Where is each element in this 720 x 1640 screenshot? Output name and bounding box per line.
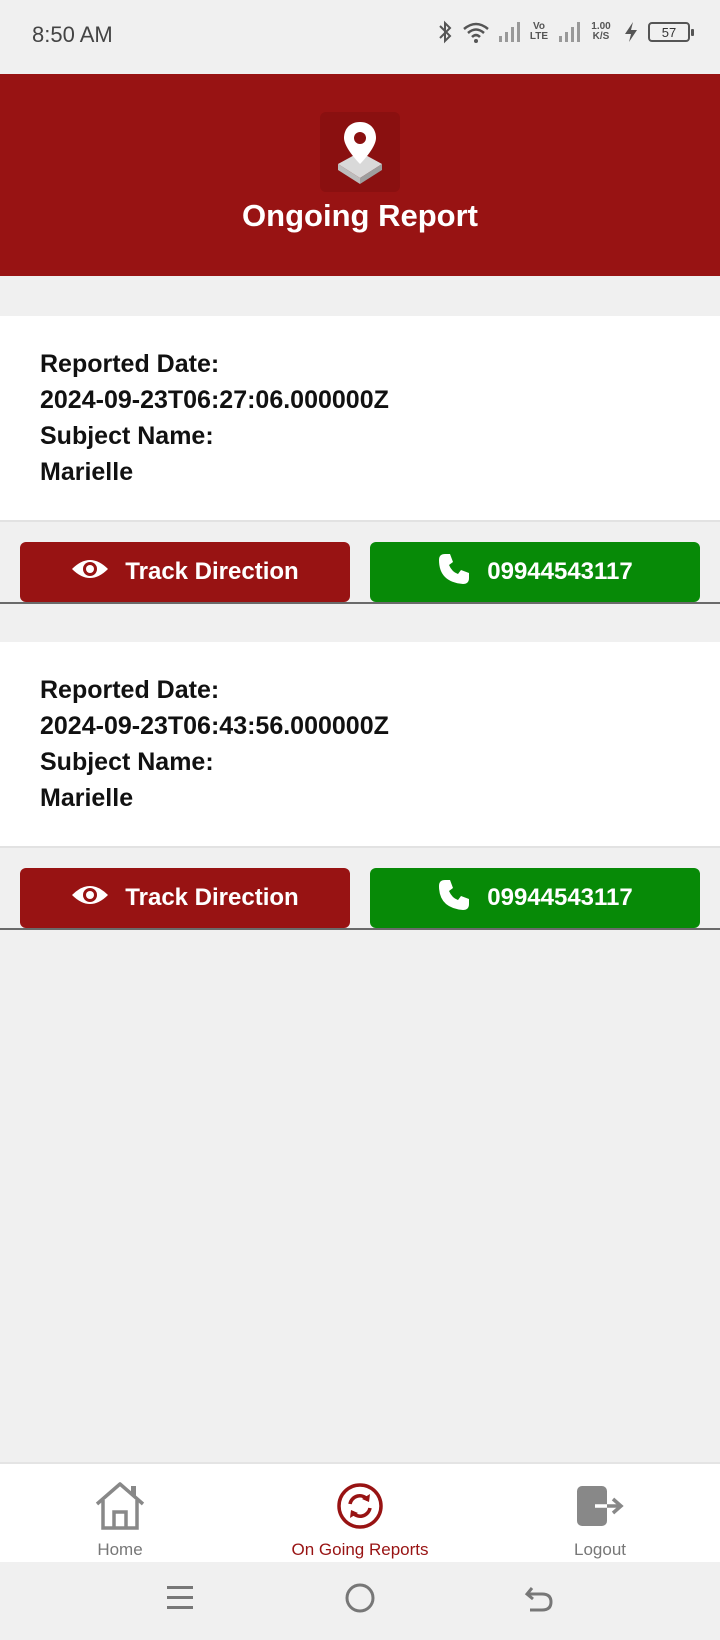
phone-icon [437,552,471,593]
nav-logout-label: Logout [574,1540,626,1559]
nav-logout[interactable]: Logout [480,1464,720,1564]
track-direction-button[interactable]: Track Direction [20,868,350,928]
subject-name-value: Marielle [40,784,134,812]
system-navigation-bar [0,1562,720,1640]
subject-name-value: Marielle [40,458,134,486]
status-time: 8:50 AM [32,22,113,47]
subject-name-label: Subject Name: [40,422,214,450]
bluetooth-icon [436,20,454,44]
reported-date-value: 2024-09-23T06:43:56.000000Z [40,712,389,740]
eye-icon [71,557,109,588]
page-title: Ongoing Report [242,198,478,233]
track-direction-label: Track Direction [125,558,299,585]
status-bar: 8:50 AM Vo LTE 1.00 K/S 57 [0,0,720,74]
nav-ongoing-reports[interactable]: On Going Reports [240,1464,480,1564]
home-circle-icon[interactable] [344,1580,376,1621]
status-icons: Vo LTE 1.00 K/S 57 [436,20,694,44]
nav-home-label: Home [97,1540,143,1559]
wifi-icon [462,20,490,44]
menu-icon[interactable] [166,1580,194,1621]
refresh-icon [336,1480,384,1532]
location-pin-icon [320,112,400,192]
phone-number: 09944543117 [487,558,633,585]
nav-ongoing-label: On Going Reports [291,1540,429,1559]
track-direction-label: Track Direction [125,884,299,911]
signal-icon [498,21,520,43]
home-icon [93,1480,147,1532]
report-details: Reported Date: 2024-09-23T06:43:56.00000… [40,672,389,816]
charging-icon [622,20,640,44]
reported-date-label: Reported Date: [40,350,220,378]
call-button[interactable]: 09944543117 [370,542,700,602]
nav-home[interactable]: Home [0,1464,240,1564]
phone-number: 09944543117 [487,884,633,911]
subject-name-label: Subject Name: [40,748,214,776]
report-actions: Track Direction 09944543117 [0,848,720,930]
bottom-navigation: Home On Going Reports Logout [0,1462,720,1562]
phone-icon [437,878,471,919]
battery-icon: 57 [648,22,694,42]
logout-icon [575,1480,625,1532]
track-direction-button[interactable]: Track Direction [20,542,350,602]
reported-date-label: Reported Date: [40,676,220,704]
volte-label: Vo LTE [529,21,549,42]
signal-icon-2 [558,21,580,43]
app-header: Ongoing Report [0,74,720,276]
call-button[interactable]: 09944543117 [370,868,700,928]
report-details: Reported Date: 2024-09-23T06:27:06.00000… [40,346,389,490]
report-card: Reported Date: 2024-09-23T06:27:06.00000… [0,316,720,522]
eye-icon [71,883,109,914]
report-card: Reported Date: 2024-09-23T06:43:56.00000… [0,642,720,848]
net-speed: 1.00 K/S [591,21,611,42]
reported-date-value: 2024-09-23T06:27:06.000000Z [40,386,389,414]
back-icon[interactable] [524,1580,554,1621]
report-actions: Track Direction 09944543117 [0,522,720,604]
